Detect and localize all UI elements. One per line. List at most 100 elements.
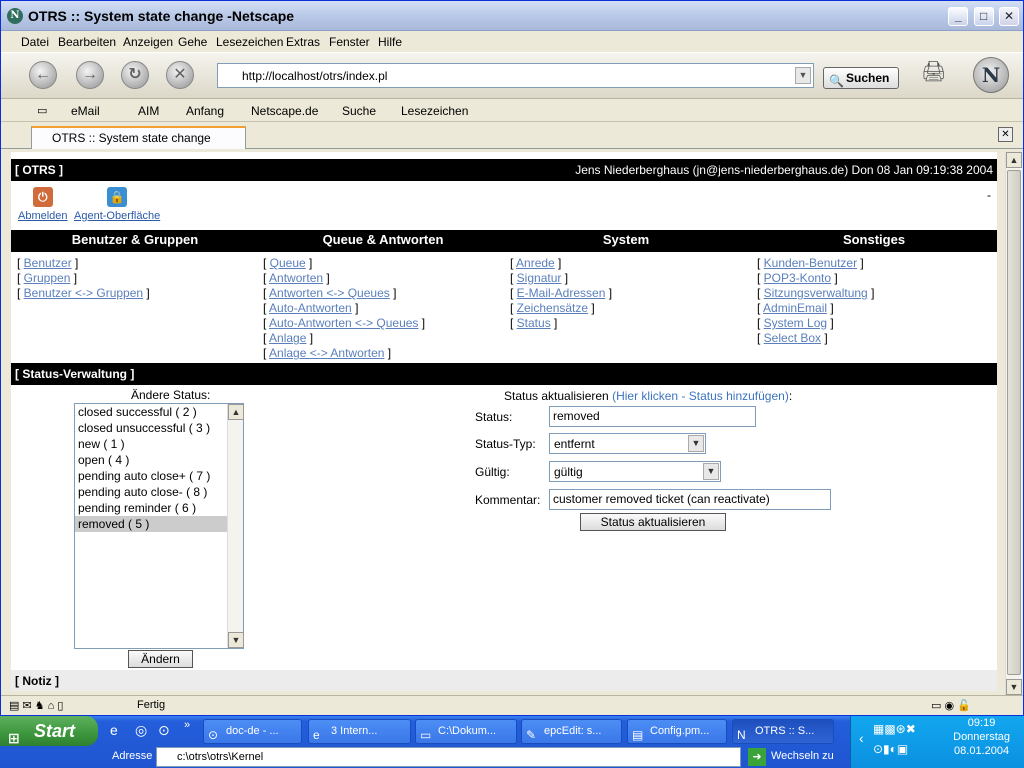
forward-button[interactable]: → [76,61,104,89]
link-auto-answers-queues[interactable]: Auto-Antworten <-> Queues [269,316,418,330]
link-select-box[interactable]: Select Box [764,331,821,345]
home-toolbar-icon[interactable]: ▭ [37,104,47,117]
link-system-log[interactable]: System Log [764,316,827,330]
link-users-groups[interactable]: Benutzer <-> Gruppen [24,286,143,300]
menu-tools[interactable]: Extras [286,35,320,49]
logout-link[interactable]: Abmelden [18,210,68,222]
scroll-up-icon[interactable]: ▲ [228,404,244,420]
tray-chevron-icon[interactable]: ‹ [859,730,864,746]
stop-button[interactable]: ✕ [166,61,194,89]
link-customer-users[interactable]: Kunden-Benutzer [764,256,857,270]
link-salutation[interactable]: Anrede [516,256,555,270]
link-charsets[interactable]: Zeichensätze [517,301,588,315]
menu-window[interactable]: Fenster [329,35,370,49]
status-listbox[interactable]: closed successful ( 2 ) closed unsuccess… [74,403,244,649]
status-text: Fertig [137,699,166,711]
netscape-logo[interactable]: N [973,57,1009,93]
pbar-netscape[interactable]: Netscape.de [251,104,318,118]
task-epcedit[interactable]: ✎ epcEdit: s... [521,719,622,744]
chevron-down-icon[interactable]: ▼ [688,435,704,452]
tray-icons[interactable]: ▦▩⊛✖ [873,722,916,736]
agent-action[interactable]: 🔒 Agent-Oberfläche [74,187,160,222]
pbar-email[interactable]: eMail [71,104,100,118]
link-attachment-answers[interactable]: Anlage <-> Antworten [269,346,384,360]
link-pop3[interactable]: POP3-Konto [764,271,831,285]
menu-view[interactable]: Anzeigen [123,35,173,49]
pbar-aim[interactable]: AIM [138,104,159,118]
link-answers[interactable]: Antworten [269,271,323,285]
tab-otrs[interactable]: OTRS :: System state change [31,126,246,149]
close-button[interactable]: ✕ [999,7,1019,26]
status-type-select[interactable]: entfernt ▼ [549,433,706,454]
comment-field[interactable]: customer removed ticket (can reactivate) [549,489,831,510]
address-field[interactable]: c:\otrs\otrs\Kernel [156,747,741,767]
status-type-value: entfernt [554,437,595,451]
maximize-button[interactable]: □ [973,7,994,26]
start-button[interactable]: ⊞ Start [0,716,98,746]
page-scrollbar[interactable]: ▲ ▼ [1005,152,1022,695]
minimize-button[interactable]: _ [948,7,969,26]
menu-bookmarks[interactable]: Lesezeichen [216,35,283,49]
status-name-field[interactable]: removed [549,406,756,427]
back-button[interactable]: ← [29,61,57,89]
close-tab-icon[interactable]: ✕ [998,127,1013,142]
more-icon[interactable]: » [184,719,190,731]
address-value: c:\otrs\otrs\Kernel [177,751,264,763]
link-auto-answers[interactable]: Auto-Antworten [269,301,352,315]
chevron-down-icon[interactable]: ▼ [795,67,811,84]
link-answers-queues[interactable]: Antworten <-> Queues [269,286,390,300]
list-item-selected[interactable]: removed ( 5 ) [75,516,228,532]
list-item[interactable]: closed unsuccessful ( 3 ) [75,420,243,436]
task-doc-de[interactable]: ⊙ doc-de - ... [203,719,302,744]
chevron-down-icon[interactable]: ▼ [703,463,719,480]
task-config[interactable]: ▤ Config.pm... [627,719,727,744]
link-status[interactable]: Status [517,316,551,330]
task-internet[interactable]: e 3 Intern... [308,719,411,744]
pbar-bookmarks[interactable]: Lesezeichen [401,104,468,118]
menu-go[interactable]: Gehe [178,35,207,49]
link-groups[interactable]: Gruppen [24,271,71,285]
logout-action[interactable]: ⏻ Abmelden [18,187,68,222]
scroll-down-icon[interactable]: ▼ [228,632,244,648]
list-item[interactable]: new ( 1 ) [75,436,243,452]
pbar-search[interactable]: Suche [342,104,376,118]
pbar-home[interactable]: Anfang [186,104,224,118]
link-users[interactable]: Benutzer [24,256,72,270]
add-status-link[interactable]: (Hier klicken - Status hinzufügen) [612,389,789,403]
list-item[interactable]: pending reminder ( 6 ) [75,500,243,516]
scroll-thumb[interactable] [1007,170,1021,675]
list-item[interactable]: pending auto close- ( 8 ) [75,484,243,500]
search-button[interactable]: 🔍 Suchen [823,67,899,89]
link-queue[interactable]: Queue [270,256,306,270]
printer-icon[interactable]: 🖨 [921,59,946,84]
link-attachment[interactable]: Anlage [269,331,306,345]
link-admin-email[interactable]: AdminEmail [763,301,827,315]
scroll-down-icon[interactable]: ▼ [1006,679,1022,695]
link-sessions[interactable]: Sitzungsverwaltung [764,286,868,300]
link-email-addresses[interactable]: E-Mail-Adressen [517,286,606,300]
list-item[interactable]: open ( 4 ) [75,452,243,468]
clock-icon[interactable]: ⊙ [158,722,170,739]
valid-select[interactable]: gültig ▼ [549,461,721,482]
list-item[interactable]: pending auto close+ ( 7 ) [75,468,243,484]
menu-edit[interactable]: Bearbeiten [58,35,116,49]
update-status-button[interactable]: Status aktualisieren [580,513,726,531]
go-label[interactable]: Wechseln zu [771,750,834,762]
task-otrs[interactable]: N OTRS :: S... [732,719,834,744]
tray-icons-row2[interactable]: ⊙▮◐▣ [873,742,908,756]
go-arrow-icon[interactable]: ➜ [748,748,766,766]
url-bar[interactable]: http://localhost/otrs/index.pl ▼ [217,63,814,88]
link-signature[interactable]: Signatur [517,271,562,285]
browser-icon[interactable]: ◎ [135,722,147,739]
queue-answers-links: [ Queue ] [ Antworten ] [ Antworten <-> … [263,256,426,360]
list-item[interactable]: closed successful ( 2 ) [75,404,243,420]
agent-link[interactable]: Agent-Oberfläche [74,210,160,222]
scroll-up-icon[interactable]: ▲ [1006,152,1022,168]
change-button[interactable]: Ändern [128,650,193,668]
menu-help[interactable]: Hilfe [378,35,402,49]
ie-icon[interactable]: e [110,722,118,738]
task-dokumente[interactable]: ▭ C:\Dokum... [415,719,517,744]
listbox-scrollbar[interactable]: ▲ ▼ [227,404,244,648]
reload-button[interactable]: ↻ [121,61,149,89]
menu-file[interactable]: Datei [21,35,49,49]
